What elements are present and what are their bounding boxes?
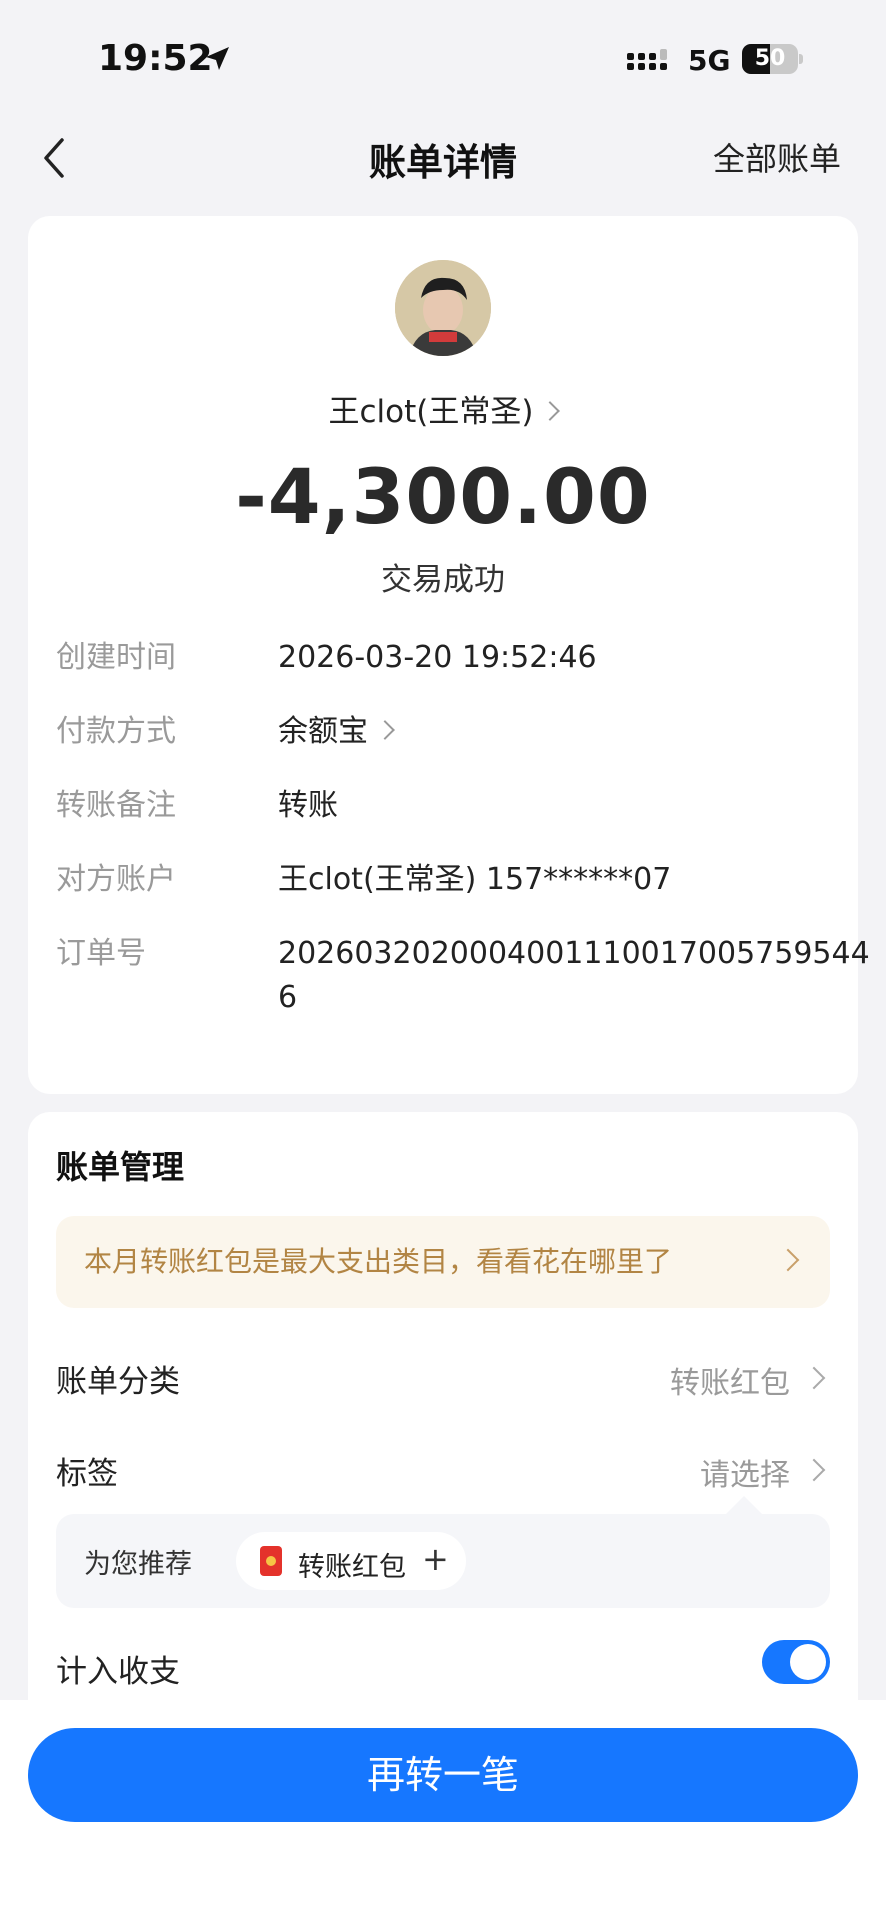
status-time: 19:52: [98, 38, 213, 79]
transaction-amount: -4,300.00: [235, 452, 651, 541]
setting-label: 计入收支: [56, 1654, 180, 1690]
toggle-knob: [790, 1644, 826, 1680]
detail-value: 20260320200040011100170057595446: [278, 936, 870, 1015]
tag-row[interactable]: 标签 请选择: [56, 1440, 830, 1500]
tag-text: 转账红包: [298, 1552, 406, 1583]
payment-method-value-wrap: 余额宝: [278, 710, 886, 754]
payee-row[interactable]: 王clot(王常圣): [28, 386, 858, 431]
detail-value: 转账: [278, 788, 338, 823]
setting-label: 账单分类: [56, 1364, 180, 1400]
nav-bar: 账单详情 全部账单: [0, 110, 886, 202]
transaction-status: 交易成功: [381, 562, 505, 598]
all-bills-link[interactable]: 全部账单: [713, 134, 841, 180]
detail-value: 余额宝: [278, 714, 368, 749]
transaction-card: 王clot(王常圣) -4,300.00 交易成功 创建时间 2026-03-2…: [28, 216, 870, 1094]
detail-label: 对方账户: [56, 862, 176, 897]
red-envelope-icon: [260, 1546, 282, 1576]
detail-label: 订单号: [56, 936, 146, 971]
location-arrow-icon: [206, 47, 229, 70]
bottom-action-bar: 再转一笔: [0, 1700, 886, 1920]
detail-label: 创建时间: [56, 640, 176, 675]
suggest-label: 为您推荐: [84, 1549, 192, 1580]
plus-icon: +: [422, 1540, 449, 1578]
detail-value: 2026-03-20 19:52:46: [278, 640, 597, 675]
avatar[interactable]: [395, 260, 491, 356]
payee-name: 王clot(王常圣): [328, 394, 534, 430]
chevron-right-icon: [375, 719, 395, 740]
suggested-tag-chip[interactable]: 转账红包 +: [236, 1532, 466, 1590]
status-bar: 19:52 5G 50: [0, 0, 886, 110]
suggest-pointer: [724, 1496, 764, 1516]
battery-label: 50: [754, 46, 786, 71]
include-toggle[interactable]: [762, 1640, 830, 1684]
chevron-right-icon: [802, 1366, 826, 1390]
setting-value: 请选择: [700, 1458, 790, 1493]
network-label: 5G: [688, 44, 731, 77]
chevron-right-icon: [802, 1458, 826, 1482]
include-in-stats-row: 计入收支: [56, 1638, 830, 1698]
section-title: 账单管理: [56, 1148, 185, 1186]
bill-category-row[interactable]: 账单分类 转账红包: [56, 1348, 830, 1408]
battery-icon: 50: [742, 44, 803, 74]
chevron-right-icon: [776, 1248, 800, 1272]
detail-label: 付款方式: [56, 714, 176, 749]
tag-suggestions: 为您推荐 转账红包 +: [56, 1514, 830, 1608]
promo-banner[interactable]: 本月转账红包是最大支出类目，看看花在哪里了: [56, 1216, 830, 1308]
setting-label: 标签: [56, 1456, 118, 1492]
setting-value: 转账红包: [670, 1366, 790, 1401]
signal-icon: [627, 49, 667, 70]
detail-label: 转账备注: [56, 788, 176, 823]
chevron-right-icon: [540, 400, 561, 421]
transfer-again-button[interactable]: 再转一笔: [28, 1728, 858, 1822]
promo-text: 本月转账红包是最大支出类目，看看花在哪里了: [84, 1245, 673, 1278]
detail-value: 王clot(王常圣) 157******07: [278, 862, 672, 897]
